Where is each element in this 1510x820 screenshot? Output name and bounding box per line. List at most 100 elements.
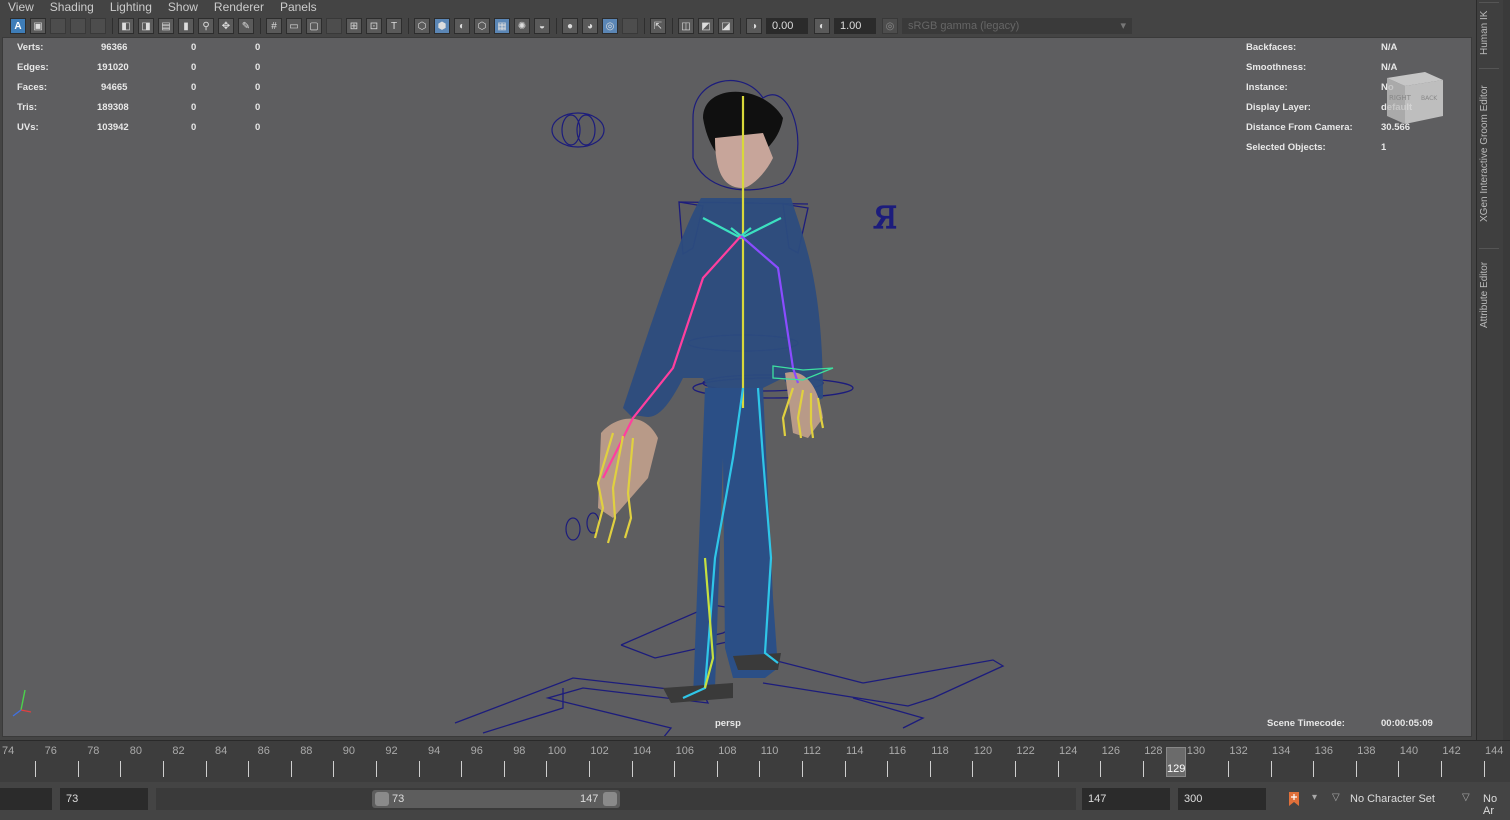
timeline-tick-label: 86 — [257, 745, 270, 757]
toolbar-divider — [556, 18, 557, 34]
playback-options-chevron-icon[interactable]: ▾ — [1312, 792, 1317, 803]
timeline-tick — [674, 761, 676, 777]
timeline-tick — [1142, 761, 1144, 777]
depth-of-field-icon[interactable] — [622, 18, 638, 34]
tab-xgen-groom-editor[interactable]: XGen Interactive Groom Editor — [1479, 68, 1499, 239]
timeline-tick — [1398, 761, 1400, 777]
menu-show[interactable]: Show — [160, 0, 206, 15]
character-rig-scene[interactable]: Я — [3, 38, 1471, 736]
textured-icon[interactable]: ▦ — [494, 18, 510, 34]
film-gate-icon[interactable]: ▭ — [286, 18, 302, 34]
range-end-handle[interactable] — [603, 792, 617, 806]
menu-lighting[interactable]: Lighting — [102, 0, 160, 15]
timeline-tick — [1441, 761, 1443, 777]
menu-panels[interactable]: Panels — [272, 0, 325, 15]
camera-attributes-icon[interactable]: ▣ — [30, 18, 46, 34]
camera-name-label: persp — [715, 718, 741, 729]
bookmark-camera-icon[interactable]: ▮ — [178, 18, 194, 34]
motion-blur-icon[interactable]: ◕ — [582, 18, 598, 34]
gate-mask-icon[interactable] — [326, 18, 342, 34]
default-material-icon[interactable]: ◐ — [454, 18, 470, 34]
screen-space-ao-icon[interactable]: ● — [562, 18, 578, 34]
timeline-tick-label: 84 — [215, 745, 228, 757]
use-all-lights-icon[interactable]: ✺ — [514, 18, 530, 34]
timeline-tick-label: 94 — [428, 745, 441, 757]
exposure-icon[interactable]: ◑ — [746, 18, 762, 34]
scene-start-field[interactable] — [0, 788, 52, 810]
tab-attribute-editor[interactable]: Attribute Editor — [1479, 248, 1499, 341]
timeline-tick-label: 114 — [846, 745, 864, 757]
menu-shading[interactable]: Shading — [42, 0, 102, 15]
xray-joints-icon[interactable]: ⚲ — [198, 18, 214, 34]
lock-camera-icon[interactable]: ◨ — [138, 18, 154, 34]
gamma-icon[interactable]: ◐ — [814, 18, 830, 34]
anim-layer-dropdown[interactable]: No Ar — [1483, 793, 1510, 817]
timeline-tick-label: 110 — [760, 745, 779, 757]
anti-aliasing-icon[interactable]: ◎ — [602, 18, 618, 34]
timeline-tick-label: 118 — [931, 745, 949, 757]
2d-pan-icon[interactable] — [90, 18, 106, 34]
scene-timecode-label: Scene Timecode: — [1267, 718, 1345, 729]
viewport-toolbar: A ▣ ◧ ◨ ▤ ▮ ⚲ ✥ ✎ # ▭ ▢ ⊞ ⊡ T ⬡ ⬢ ◐ ⬡ ▦ … — [0, 15, 1476, 37]
xray-joints-toggle-icon[interactable]: ◪ — [718, 18, 734, 34]
menu-view[interactable]: View — [0, 0, 42, 15]
3d-viewport[interactable]: Verts: 96366 0 0 Edges: 191020 0 0 Faces… — [2, 37, 1472, 737]
timeline-ruler[interactable]: 74 76 78 80 82 84 86 88 90 92 94 96 98 100 102 104 106 10… — [0, 741, 1510, 779]
timeline-tick — [1313, 761, 1315, 777]
grease-pencil-icon[interactable]: ◧ — [118, 18, 134, 34]
gamma-field[interactable]: 1.00 — [834, 18, 876, 34]
color-management-icon[interactable]: ◎ — [882, 18, 898, 34]
color-space-label: sRGB gamma (legacy) — [908, 20, 1020, 32]
collapsed-panel-edge — [1503, 0, 1510, 740]
timeline-tick — [631, 761, 633, 777]
animation-end-field[interactable]: 300 — [1178, 788, 1266, 810]
menu-renderer[interactable]: Renderer — [206, 0, 272, 15]
move-tool-icon[interactable]: ✥ — [218, 18, 234, 34]
bookmark-icon[interactable] — [50, 18, 66, 34]
color-space-dropdown[interactable]: sRGB gamma (legacy) ▾ — [902, 18, 1132, 34]
timeline-tick-label: 122 — [1016, 745, 1035, 757]
safe-title-icon[interactable]: T — [386, 18, 402, 34]
time-slider[interactable]: 74 76 78 80 82 84 86 88 90 92 94 96 98 100 102 104 106 10… — [0, 740, 1510, 783]
range-start-handle[interactable] — [375, 792, 389, 806]
wireframe-icon[interactable]: ⬡ — [414, 18, 430, 34]
timeline-tick-label: 82 — [172, 745, 185, 757]
auto-key-icon[interactable] — [1288, 790, 1300, 808]
grid-icon[interactable]: # — [266, 18, 282, 34]
resolution-gate-icon[interactable]: ▢ — [306, 18, 322, 34]
right-panel-tabs: Human IK XGen Interactive Groom Editor A… — [1476, 0, 1503, 740]
field-chart-icon[interactable]: ⊞ — [346, 18, 362, 34]
playback-end-field[interactable]: 147 — [1082, 788, 1170, 810]
xray-active-components-icon[interactable]: ◩ — [698, 18, 714, 34]
timeline-tick-label: 106 — [675, 745, 694, 757]
select-camera-icon[interactable]: A — [10, 18, 26, 34]
playback-start-field[interactable]: 73 — [60, 788, 148, 810]
timeline-tick-label: 128 — [1144, 745, 1163, 757]
timeline-tick — [376, 761, 378, 777]
timeline-tick — [589, 761, 591, 777]
character-set-dropdown[interactable]: No Character Set — [1350, 793, 1435, 805]
tab-human-ik[interactable]: Human IK — [1479, 2, 1499, 63]
character-set-chevron-icon[interactable]: ▽ — [1332, 792, 1340, 803]
paint-tool-icon[interactable]: ✎ — [238, 18, 254, 34]
scene-timecode-value: 00:00:05:09 — [1381, 718, 1433, 729]
shadows-icon[interactable]: ◒ — [534, 18, 550, 34]
timeline-tick — [248, 761, 250, 777]
timeline-tick — [1483, 761, 1485, 777]
timeline-tick-label: 90 — [342, 745, 356, 757]
timeline-tick-label: 74 — [2, 745, 15, 757]
wireframe-on-shaded-icon[interactable]: ⬡ — [474, 18, 490, 34]
timeline-tick-label: 100 — [547, 745, 567, 757]
exposure-field[interactable]: 0.00 — [766, 18, 808, 34]
camera-gate-icon[interactable]: ▤ — [158, 18, 174, 34]
anim-layer-chevron-icon[interactable]: ▽ — [1462, 792, 1470, 803]
image-plane-icon[interactable] — [70, 18, 86, 34]
xray-icon[interactable]: ◫ — [678, 18, 694, 34]
isolate-select-icon[interactable]: ⇱ — [650, 18, 666, 34]
smooth-shade-icon[interactable]: ⬢ — [434, 18, 450, 34]
timeline-tick-label: 132 — [1229, 745, 1248, 757]
timeline-tick-label: 98 — [513, 745, 526, 757]
timeline-tick — [1100, 761, 1102, 777]
toolbar-divider — [260, 18, 261, 34]
safe-action-icon[interactable]: ⊡ — [366, 18, 382, 34]
